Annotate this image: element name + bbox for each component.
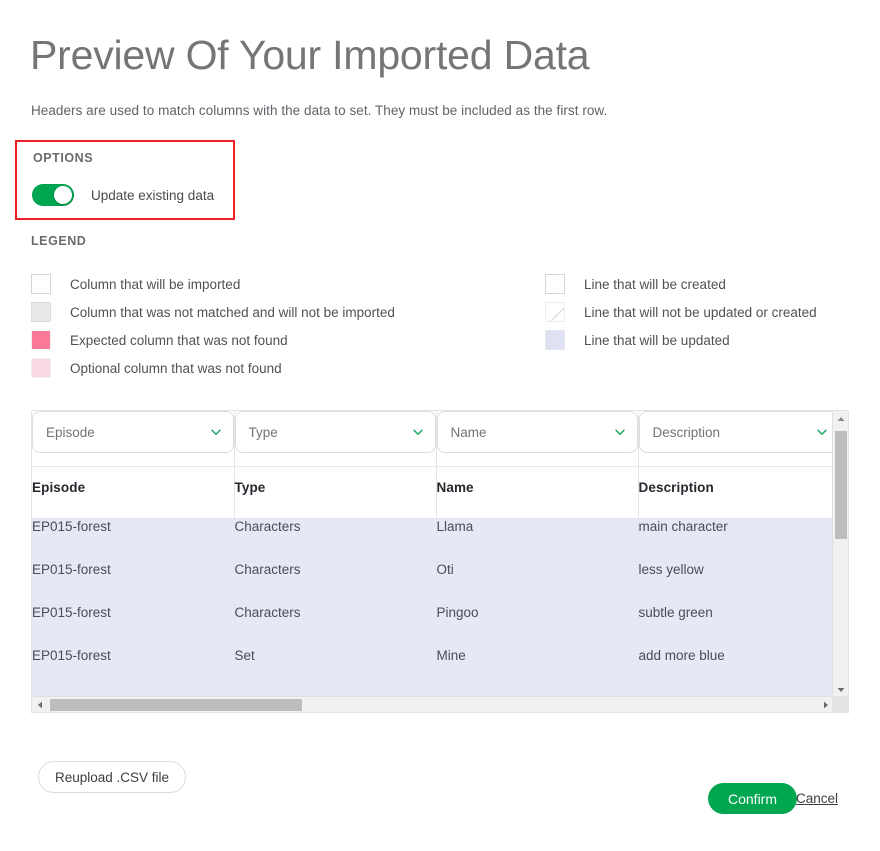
chevron-down-icon[interactable] (614, 426, 626, 438)
scroll-up-arrow-icon[interactable] (833, 411, 849, 427)
update-existing-data-row[interactable]: Update existing data (32, 184, 214, 206)
table-cell: Pingoo (436, 603, 639, 647)
column-mapping-select-0[interactable]: Episode (32, 411, 234, 453)
table-header-cell: Description Description (638, 411, 834, 518)
table-row[interactable]: EP015-forest Characters Oti less yellow (32, 560, 834, 604)
options-section-label: OPTIONS (33, 151, 94, 165)
table-cell: EP015-forest (32, 517, 235, 561)
table-column-header: Episode (32, 480, 86, 495)
table-column-header: Name (436, 480, 474, 495)
vertical-scrollbar[interactable] (832, 411, 848, 698)
table-header-cell: Name Name (436, 411, 639, 518)
column-mapping-select-2[interactable]: Name (436, 411, 638, 453)
confirm-button[interactable]: Confirm (708, 783, 798, 814)
legend-item: Optional column that was not found (31, 354, 395, 382)
legend-item: Column that will be imported (31, 270, 395, 298)
table-cell: Characters (234, 560, 437, 604)
table-grid: Episode Episode Type Type Name Name Desc… (32, 411, 834, 698)
table-cell: EP015-forest (32, 603, 235, 647)
legend-item-label: Column that will be imported (70, 276, 241, 292)
legend-item-label: Expected column that was not found (70, 332, 288, 348)
table-cell: EP015-forest (32, 646, 235, 690)
column-mapping-value: Name (450, 424, 487, 440)
table-header-row: Episode Episode Type Type Name Name Desc… (32, 411, 834, 518)
table-header-cell: Type Type (234, 411, 437, 518)
toggle-knob (54, 186, 72, 204)
table-column-header: Description (638, 480, 714, 495)
cancel-link[interactable]: Cancel (796, 791, 838, 806)
horizontal-scrollbar[interactable] (32, 696, 834, 712)
column-mapping-value: Type (248, 424, 278, 440)
legend-column-left: Column that will be imported Column that… (31, 270, 395, 382)
legend-column-right: Line that will be created Line that will… (545, 270, 817, 354)
import-preview-page: Preview Of Your Imported Data Headers ar… (0, 0, 880, 851)
table-cell: Characters (234, 603, 437, 647)
page-subtitle: Headers are used to match columns with t… (31, 103, 608, 118)
table-row[interactable]: EP015-forest Set Mine add more blue (32, 646, 834, 690)
legend-swatch-lightpink-icon (31, 358, 51, 378)
page-title: Preview Of Your Imported Data (30, 32, 590, 78)
legend-section-label: LEGEND (31, 234, 87, 248)
reupload-csv-button[interactable]: Reupload .CSV file (38, 761, 187, 793)
options-panel: OPTIONS Update existing data (15, 140, 235, 220)
scroll-left-arrow-icon[interactable] (32, 697, 48, 713)
column-mapping-value: Description (652, 424, 721, 440)
update-existing-data-toggle[interactable] (32, 184, 74, 206)
legend-swatch-white-icon (31, 274, 51, 294)
legend-swatch-gray-icon (31, 302, 51, 322)
horizontal-scrollbar-thumb[interactable] (50, 699, 302, 711)
legend-item: Column that was not matched and will not… (31, 298, 395, 326)
legend-item-label: Column that was not matched and will not… (70, 304, 395, 320)
table-viewport: Episode Episode Type Type Name Name Desc… (32, 411, 834, 698)
preview-table: Episode Episode Type Type Name Name Desc… (31, 410, 849, 713)
legend-item: Line that will be created (545, 270, 817, 298)
legend-item-label: Line that will be created (584, 276, 726, 292)
table-cell: Oti (436, 560, 639, 604)
update-existing-data-label: Update existing data (91, 187, 215, 203)
vertical-scrollbar-thumb[interactable] (835, 431, 847, 539)
legend-item-label: Line that will be updated (584, 332, 730, 348)
legend-swatch-striped-icon (545, 302, 565, 322)
table-cell: Characters (234, 517, 437, 561)
legend-swatch-lavender-icon (545, 330, 565, 350)
legend-item: Line that will not be updated or created (545, 298, 817, 326)
legend-swatch-pink-icon (31, 330, 51, 350)
table-row[interactable]: EP015-forest Characters Pingoo subtle gr… (32, 603, 834, 647)
table-header-cell: Episode Episode (32, 411, 235, 518)
table-cell: Mine (436, 646, 639, 690)
chevron-down-icon[interactable] (210, 426, 222, 438)
table-cell: Llama (436, 517, 639, 561)
table-cell: subtle green (638, 603, 834, 647)
column-mapping-select-3[interactable]: Description (638, 411, 834, 453)
column-mapping-value: Episode (46, 424, 95, 440)
table-cell: less yellow (638, 560, 834, 604)
table-row[interactable]: EP015-forest Characters Llama main chara… (32, 517, 834, 561)
table-column-header: Type (234, 480, 266, 495)
chevron-down-icon[interactable] (412, 426, 424, 438)
column-mapping-select-1[interactable]: Type (234, 411, 436, 453)
table-cell: EP015-forest (32, 560, 235, 604)
table-cell: main character (638, 517, 834, 561)
legend-item-label: Line that will not be updated or created (584, 304, 817, 320)
legend-item-label: Optional column that was not found (70, 360, 282, 376)
legend-item: Line that will be updated (545, 326, 817, 354)
legend-swatch-white-icon (545, 274, 565, 294)
table-cell: add more blue (638, 646, 834, 690)
table-cell: Set (234, 646, 437, 690)
chevron-down-icon[interactable] (816, 426, 828, 438)
legend-item: Expected column that was not found (31, 326, 395, 354)
scrollbar-corner (832, 696, 848, 712)
